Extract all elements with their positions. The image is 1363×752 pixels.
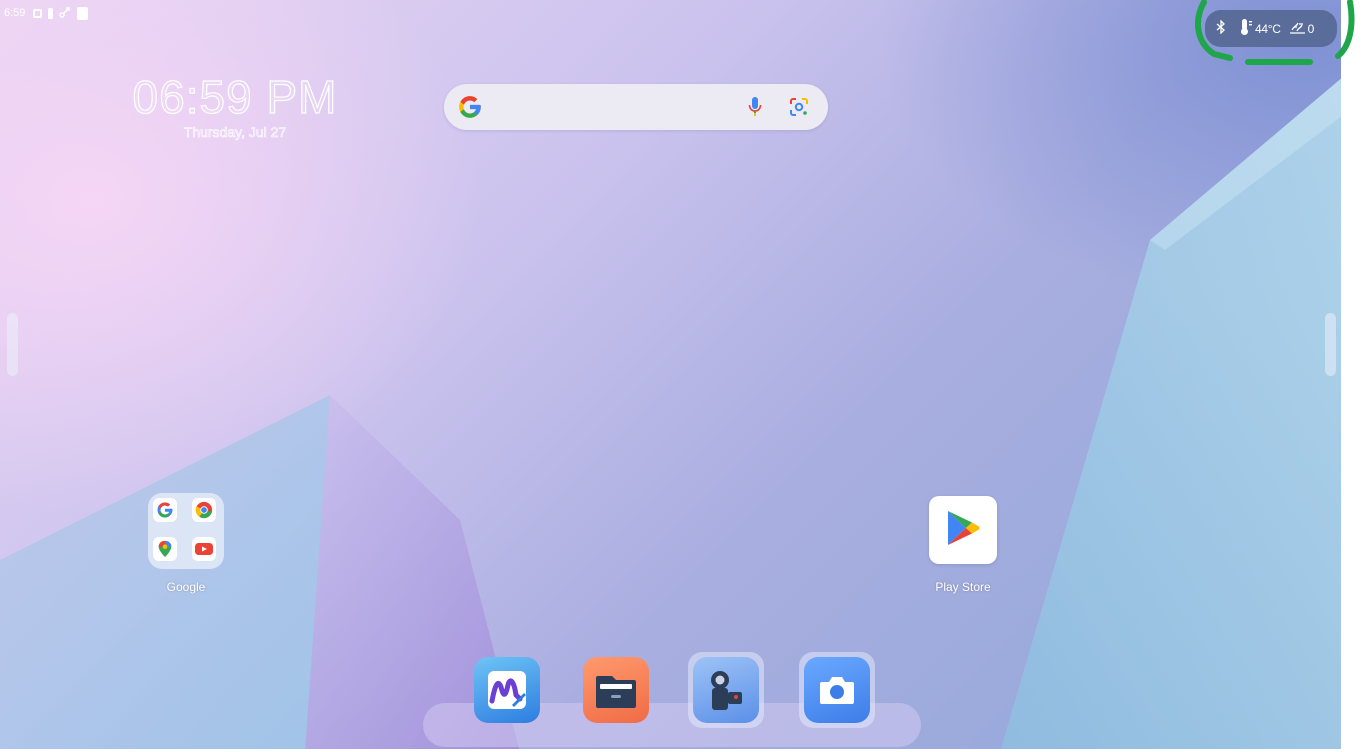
status-pill[interactable]: 44°C 0 <box>1205 10 1337 47</box>
play-store-label: Play Store <box>935 580 991 594</box>
clock-time: 06:59 PM <box>132 71 338 123</box>
google-folder[interactable] <box>148 493 224 569</box>
google-g-icon <box>457 94 483 125</box>
screenshot-app[interactable] <box>799 652 875 728</box>
bluetooth-icon <box>1215 19 1227 37</box>
sd-card-icon <box>77 6 89 20</box>
edge-panel-handle-right[interactable] <box>1325 313 1336 376</box>
youtube-icon <box>192 537 216 561</box>
screenshot-icon <box>33 8 43 18</box>
lens-icon[interactable] <box>788 96 810 123</box>
camera-app[interactable] <box>688 652 764 728</box>
play-store-icon <box>946 509 980 552</box>
edge-panel-handle-left[interactable] <box>7 313 18 376</box>
clock-date: Thursday, Jul 27 <box>183 124 287 141</box>
screen-frame-right <box>1341 0 1363 752</box>
google-folder-label: Google <box>166 580 206 594</box>
folder-icon <box>583 657 649 723</box>
camera-icon <box>804 657 870 723</box>
clock-widget[interactable]: 06:59 PM Thursday, Jul 27 <box>120 71 350 141</box>
key-icon <box>48 7 54 19</box>
video-camera-icon <box>693 657 759 723</box>
whiteboard-app[interactable] <box>469 652 545 728</box>
network-speed-value: 0 <box>1307 21 1315 36</box>
chrome-icon <box>192 498 216 522</box>
search-bar[interactable] <box>444 84 828 130</box>
temperature-value: 44°C <box>1255 21 1281 36</box>
network-speed-icon <box>1289 20 1306 37</box>
mic-icon[interactable] <box>748 96 762 123</box>
file-manager-app[interactable] <box>578 652 654 728</box>
thermometer-icon <box>1239 18 1253 39</box>
status-bar: 6:59 <box>4 4 89 22</box>
status-bar-time: 6:59 <box>4 7 26 19</box>
whiteboard-icon <box>474 657 540 723</box>
usb-icon <box>59 6 71 21</box>
google-icon <box>153 498 177 522</box>
play-store-app[interactable] <box>929 496 997 564</box>
maps-icon <box>153 537 177 561</box>
